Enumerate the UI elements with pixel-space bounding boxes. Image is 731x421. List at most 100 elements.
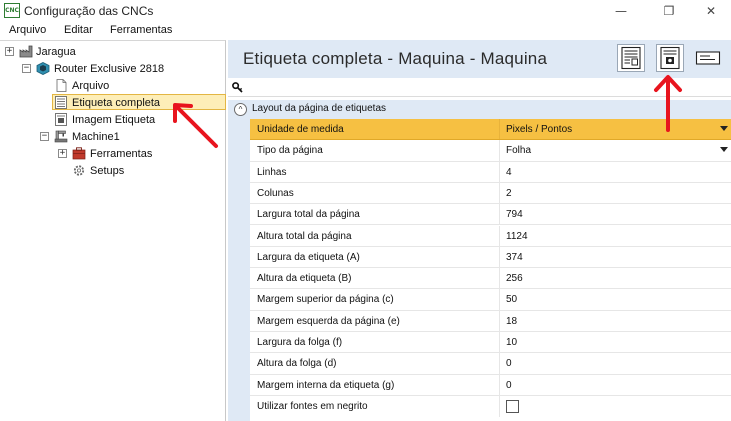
property-row-altura-total[interactable]: Altura total da página 1124	[250, 225, 731, 247]
tree-item-label: Imagem Etiqueta	[72, 114, 156, 126]
minimize-button[interactable]: —	[599, 0, 643, 22]
dropdown-arrow-icon[interactable]	[720, 126, 728, 131]
property-value[interactable]: 794	[506, 209, 523, 220]
column-divider	[499, 332, 500, 353]
window-title: Configuração das CNCs	[24, 4, 154, 18]
property-row-fontes-negrito[interactable]: Utilizar fontes em negrito	[250, 395, 731, 418]
property-name: Largura da etiqueta (A)	[257, 251, 360, 263]
property-name: Largura total da página	[257, 209, 360, 221]
property-value[interactable]: 4	[506, 167, 512, 178]
property-name: Utilizar fontes em negrito	[257, 400, 368, 412]
dropdown-arrow-icon[interactable]	[720, 147, 728, 153]
property-name: Linhas	[257, 166, 287, 178]
maximize-button[interactable]: ❐	[647, 0, 691, 22]
full-label-view-button[interactable]	[617, 44, 645, 72]
menu-ferramentas[interactable]: Ferramentas	[110, 24, 172, 36]
label-sheet-icon	[621, 46, 641, 70]
tree-item-label: Etiqueta completa	[72, 97, 161, 109]
column-divider	[499, 310, 500, 331]
expand-icon[interactable]: +	[5, 47, 14, 56]
machine-icon	[54, 130, 68, 143]
property-row-largura-total[interactable]: Largura total da página 794	[250, 204, 731, 226]
property-value[interactable]: 50	[506, 294, 517, 305]
collapse-icon[interactable]: −	[22, 64, 31, 73]
tree-item-machine1[interactable]: − Machine1	[0, 129, 226, 145]
tree-item-arquivo[interactable]: Arquivo	[0, 78, 226, 94]
property-name: Margem superior da página (c)	[257, 294, 394, 306]
property-name: Altura da folga (d)	[257, 358, 337, 370]
expand-icon[interactable]: +	[58, 149, 67, 158]
gear-icon	[73, 165, 85, 176]
menu-editar[interactable]: Editar	[64, 24, 93, 36]
collapse-icon[interactable]: −	[40, 132, 49, 141]
tree-item-label: Router Exclusive 2818	[54, 63, 165, 75]
single-label-view-button[interactable]	[694, 44, 722, 72]
property-value[interactable]: 18	[506, 316, 517, 327]
key-icon	[232, 82, 243, 93]
tree-panel: + Jaragua − Router Exclusive 2818 Arquiv…	[0, 40, 226, 421]
property-value[interactable]: 374	[506, 252, 523, 263]
property-row-unidade[interactable]: Unidade de medida Pixels / Pontos	[250, 119, 731, 141]
tree-item-label: Arquivo	[72, 80, 110, 92]
tree-item-label: Setups	[90, 165, 125, 177]
grid-left-margin	[228, 119, 250, 421]
tree-item-router[interactable]: − Router Exclusive 2818	[0, 61, 226, 77]
menu-arquivo[interactable]: Arquivo	[9, 24, 46, 36]
collapse-section-icon[interactable]: ^	[234, 103, 247, 116]
title-bar: CNC Configuração das CNCs — ❐ ✕	[0, 0, 731, 22]
panel-header: Etiqueta completa - Maquina - Maquina	[228, 40, 731, 78]
column-divider	[499, 374, 500, 395]
property-value[interactable]: 1124	[506, 231, 528, 242]
factory-icon	[19, 45, 33, 58]
property-value[interactable]: 10	[506, 337, 517, 348]
column-divider	[499, 268, 500, 289]
property-value[interactable]: 0	[506, 380, 512, 391]
column-divider	[499, 204, 500, 225]
column-divider	[499, 289, 500, 310]
column-divider	[499, 246, 500, 268]
property-name: Largura da folga (f)	[257, 337, 343, 348]
label-image-view-button[interactable]	[656, 44, 684, 72]
property-name: Margem interna da etiqueta (g)	[257, 379, 395, 391]
property-row-linhas[interactable]: Linhas 4	[250, 161, 731, 183]
tree-item-etiqueta-completa[interactable]: Etiqueta completa	[0, 95, 226, 111]
properties-panel: Etiqueta completa - Maquina - Maquina ^ …	[228, 40, 731, 421]
app-icon: CNC	[4, 3, 20, 18]
property-name: Altura total da página	[257, 230, 352, 242]
tree-item-jaragua[interactable]: + Jaragua	[0, 44, 226, 60]
property-value[interactable]: 256	[506, 273, 523, 284]
column-divider	[499, 182, 500, 204]
column-divider	[499, 119, 500, 140]
column-divider	[499, 140, 500, 161]
property-row-tipo-pagina[interactable]: Tipo da página Folha	[250, 140, 731, 162]
router-icon	[36, 62, 50, 75]
close-button[interactable]: ✕	[689, 0, 731, 22]
property-search-bar[interactable]	[228, 79, 731, 97]
label-sheet-icon	[55, 96, 67, 109]
property-row-margem-interna[interactable]: Margem interna da etiqueta (g) 0	[250, 374, 731, 396]
column-divider	[499, 395, 500, 418]
tree-item-setups[interactable]: Setups	[0, 163, 226, 179]
bold-fonts-checkbox[interactable]	[506, 399, 519, 413]
property-row-largura-folga[interactable]: Largura da folga (f) 10	[250, 332, 731, 354]
property-row-largura-etiqueta[interactable]: Largura da etiqueta (A) 374	[250, 246, 731, 269]
column-divider	[499, 161, 500, 182]
tree-item-ferramentas[interactable]: + Ferramentas	[0, 146, 226, 162]
property-row-colunas[interactable]: Colunas 2	[250, 182, 731, 205]
property-name: Altura da etiqueta (B)	[257, 273, 352, 285]
column-divider	[499, 225, 500, 246]
page-title: Etiqueta completa - Maquina - Maquina	[243, 49, 548, 68]
column-divider	[499, 353, 500, 374]
property-value[interactable]: 2	[506, 188, 512, 199]
tree-item-imagem-etiqueta[interactable]: Imagem Etiqueta	[0, 112, 226, 128]
property-row-altura-folga[interactable]: Altura da folga (d) 0	[250, 353, 731, 375]
property-row-margem-superior[interactable]: Margem superior da página (c) 50	[250, 289, 731, 311]
property-value[interactable]: Folha	[506, 145, 531, 156]
property-name: Margem esquerda da página (e)	[257, 315, 400, 327]
property-value[interactable]: 0	[506, 358, 512, 369]
property-value[interactable]: Pixels / Pontos	[506, 124, 572, 135]
property-row-altura-etiqueta[interactable]: Altura da etiqueta (B) 256	[250, 268, 731, 290]
label-image-icon	[55, 113, 67, 126]
section-header-layout[interactable]: ^ Layout da página de etiquetas	[228, 100, 731, 119]
property-row-margem-esquerda[interactable]: Margem esquerda da página (e) 18	[250, 310, 731, 332]
